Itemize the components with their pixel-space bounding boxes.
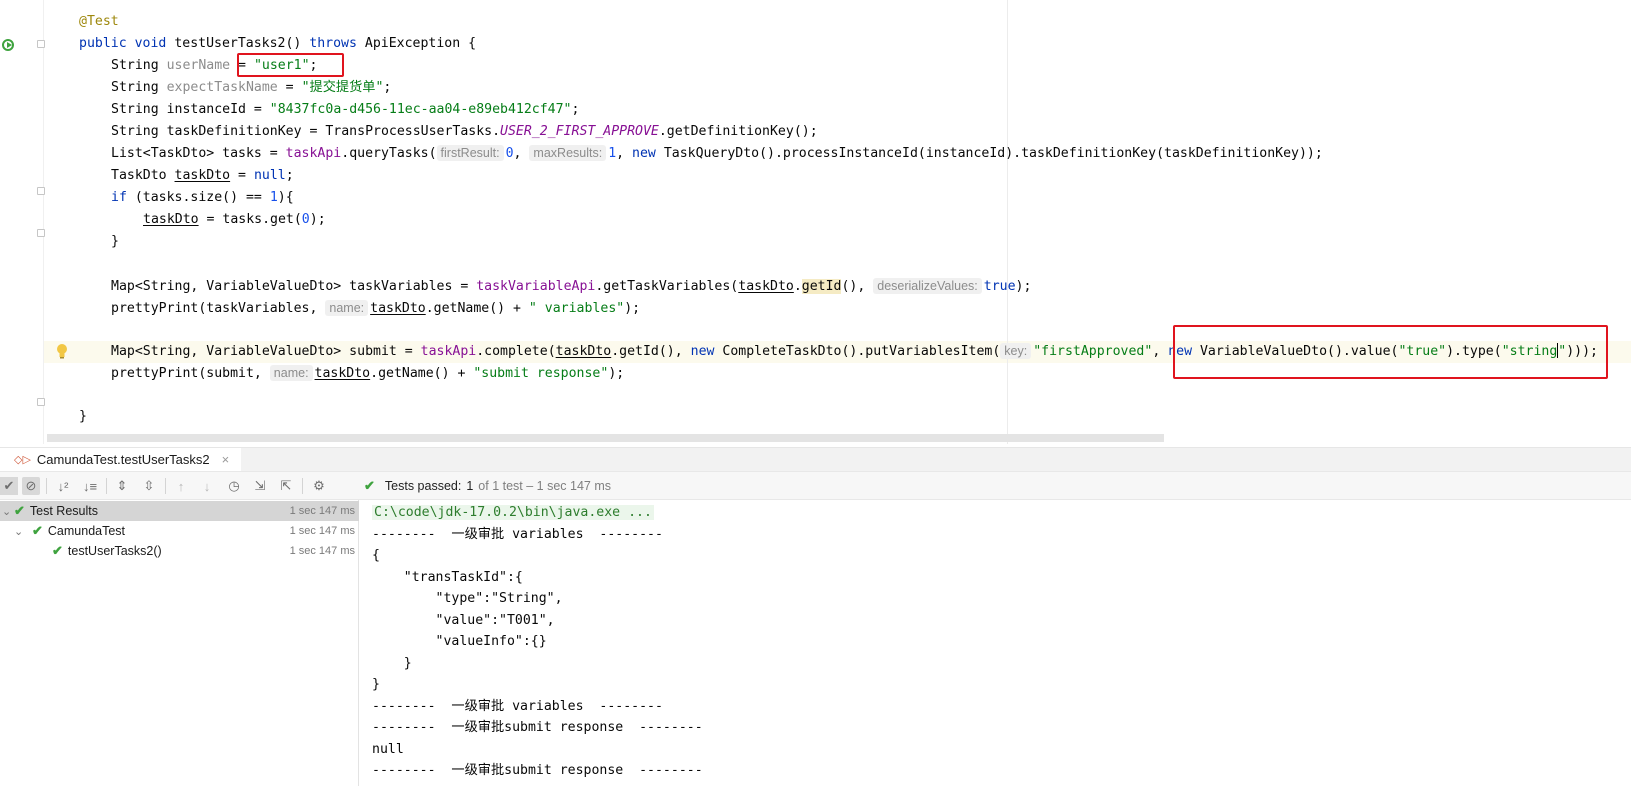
status-count: 1 [466,479,474,493]
tree-row-time: 1 sec 147 ms [289,525,355,537]
param-hint: firstResult: [436,145,504,161]
tab-label: CamundaTest.testUserTasks2 [36,451,210,467]
tree-row-time: 1 sec 147 ms [289,505,355,517]
console-output[interactable]: C:\code\jdk-17.0.2\bin\java.exe ... ----… [360,500,1631,786]
code-line: if (tasks.size() == 1){ [111,190,294,205]
check-icon: ✔ [32,523,43,538]
status-detail: of 1 test – 1 sec 147 ms [478,479,612,493]
console-line: "valueInfo":{} [372,634,547,649]
tab-run-configuration[interactable]: ◇▷ CamundaTest.testUserTasks2 × [0,448,242,472]
collapse-all-icon[interactable]: ⇳ [140,477,158,495]
code-line: String instanceId = "8437fc0a-d456-11ec-… [111,102,580,117]
test-runner-toolbar: ✔ ⊘ ↓² ↓≡ ⇕ ⇳ ↑ ↓ ◷ ⇲ ⇱ ⚙ ✔ Tests passed… [0,471,1631,500]
console-line: } [372,656,412,671]
code-line: taskDto = tasks.get(0); [143,212,326,227]
status-passed-label: Tests passed: [384,479,462,493]
tree-row-test-results[interactable]: ⌄ ✔ Test Results 1 sec 147 ms [0,501,359,521]
expand-all-icon[interactable]: ⇕ [113,477,131,495]
param-hint: key: [1000,343,1032,359]
lightbulb-icon[interactable] [55,343,69,359]
code-line: } [79,409,87,424]
code-line: Map<String, VariableValueDto> taskVariab… [111,278,1032,294]
fold-toggle-icon[interactable] [37,187,45,195]
console-line: -------- 一级审批submit response -------- [372,763,703,778]
code-line: prettyPrint(submit, name: taskDto.getName… [111,365,625,381]
editor-gutter [0,0,44,444]
test-history-icon[interactable]: ◷ [225,477,243,495]
code-line: public void testUserTasks2() throws ApiE… [79,36,477,51]
close-icon[interactable]: × [222,452,230,467]
fold-toggle-icon[interactable] [37,398,45,406]
code-line: String expectTaskName = "提交提货单"; [111,80,392,95]
console-line: } [372,677,380,692]
code-line: String taskDefinitionKey = TransProcessU… [111,124,818,139]
console-line: null [372,742,404,757]
gear-icon[interactable]: ⚙ [310,477,328,495]
horizontal-scrollbar[interactable] [47,434,1164,442]
tree-row-label: CamundaTest [47,524,126,538]
check-icon: ✔ [364,478,375,493]
param-hint: deserializeValues: [873,278,982,294]
param-hint: name: [325,300,369,316]
highlight-box [237,53,344,77]
code-line: prettyPrint(taskVariables, name: taskDto.… [111,300,641,316]
run-config-icon: ◇▷ [14,453,31,466]
console-line: C:\code\jdk-17.0.2\bin\java.exe ... [372,505,654,520]
code-line: } [111,234,119,249]
console-line: "value":"T001", [372,613,555,628]
tree-row-class[interactable]: ⌄ ✔ CamundaTest 1 sec 147 ms [0,521,359,541]
check-icon: ✔ [52,543,63,558]
code-line: TaskDto taskDto = null; [111,168,294,183]
fold-toggle-icon[interactable] [37,229,45,237]
test-status: ✔ Tests passed: 1 of 1 test – 1 sec 147 … [364,478,611,494]
console-line: { [372,548,380,563]
tree-row-label: testUserTasks2() [67,544,162,558]
tree-row-time: 1 sec 147 ms [289,545,355,557]
import-tests-icon[interactable]: ⇲ [251,477,269,495]
test-results-tree: ⌄ ✔ Test Results 1 sec 147 ms ⌄ ✔ Camund… [0,500,359,786]
fold-toggle-icon[interactable] [37,40,45,48]
code-line: @Test [79,14,119,29]
param-hint: maxResults: [529,145,607,161]
chevron-down-icon[interactable]: ⌄ [2,505,14,518]
sort-alphabetically-icon[interactable]: ↓² [54,477,72,495]
check-icon: ✔ [14,503,25,518]
tree-row-label: Test Results [29,504,98,518]
highlight-box [1173,325,1608,379]
console-line: -------- 一级审批 variables -------- [372,527,663,542]
console-line: -------- 一级审批 variables -------- [372,699,663,714]
code-line: List<TaskDto> tasks = taskApi.queryTasks… [111,145,1323,161]
previous-failed-icon[interactable]: ↑ [172,477,190,495]
show-ignored-icon[interactable]: ⊘ [22,477,40,495]
run-tab-bar: ◇▷ CamundaTest.testUserTasks2 × [0,447,1631,472]
run-test-icon[interactable] [2,38,16,52]
show-passed-icon[interactable]: ✔ [0,477,18,495]
tree-row-method[interactable]: ✔ testUserTasks2() 1 sec 147 ms [0,541,359,561]
console-line: "transTaskId":{ [372,570,523,585]
chevron-down-icon[interactable]: ⌄ [14,525,26,538]
console-line: "type":"String", [372,591,563,606]
code-editor[interactable]: @Test public void testUserTasks2() throw… [0,0,1631,444]
console-line: -------- 一级审批submit response -------- [372,720,703,735]
param-hint: name: [269,365,313,381]
next-failed-icon[interactable]: ↓ [198,477,216,495]
export-tests-icon[interactable]: ⇱ [277,477,295,495]
right-margin-guide [1007,0,1008,444]
sort-by-duration-icon[interactable]: ↓≡ [81,477,99,495]
